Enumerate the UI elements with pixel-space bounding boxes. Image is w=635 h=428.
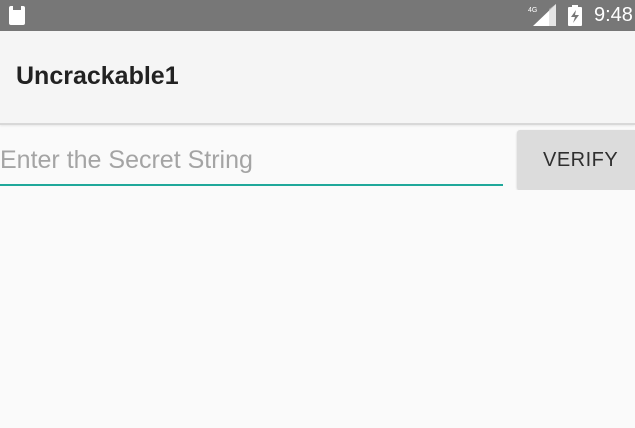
network-type-label: 4G — [528, 7, 537, 14]
verify-button-label: VERIFY — [543, 149, 619, 171]
sd-card-notch — [13, 6, 21, 10]
secret-string-input[interactable] — [0, 136, 503, 186]
status-bar: 4G 9:48 — [0, 0, 635, 31]
signal-icon: 4G — [528, 4, 556, 26]
verify-button[interactable]: VERIFY — [517, 130, 635, 190]
content-area — [0, 190, 635, 428]
status-time: 9:48 — [594, 4, 633, 26]
battery-icon — [568, 5, 582, 26]
app-title: Uncrackable1 — [16, 62, 179, 90]
sd-card-icon — [9, 6, 25, 25]
app-bar: Uncrackable1 — [0, 31, 635, 125]
